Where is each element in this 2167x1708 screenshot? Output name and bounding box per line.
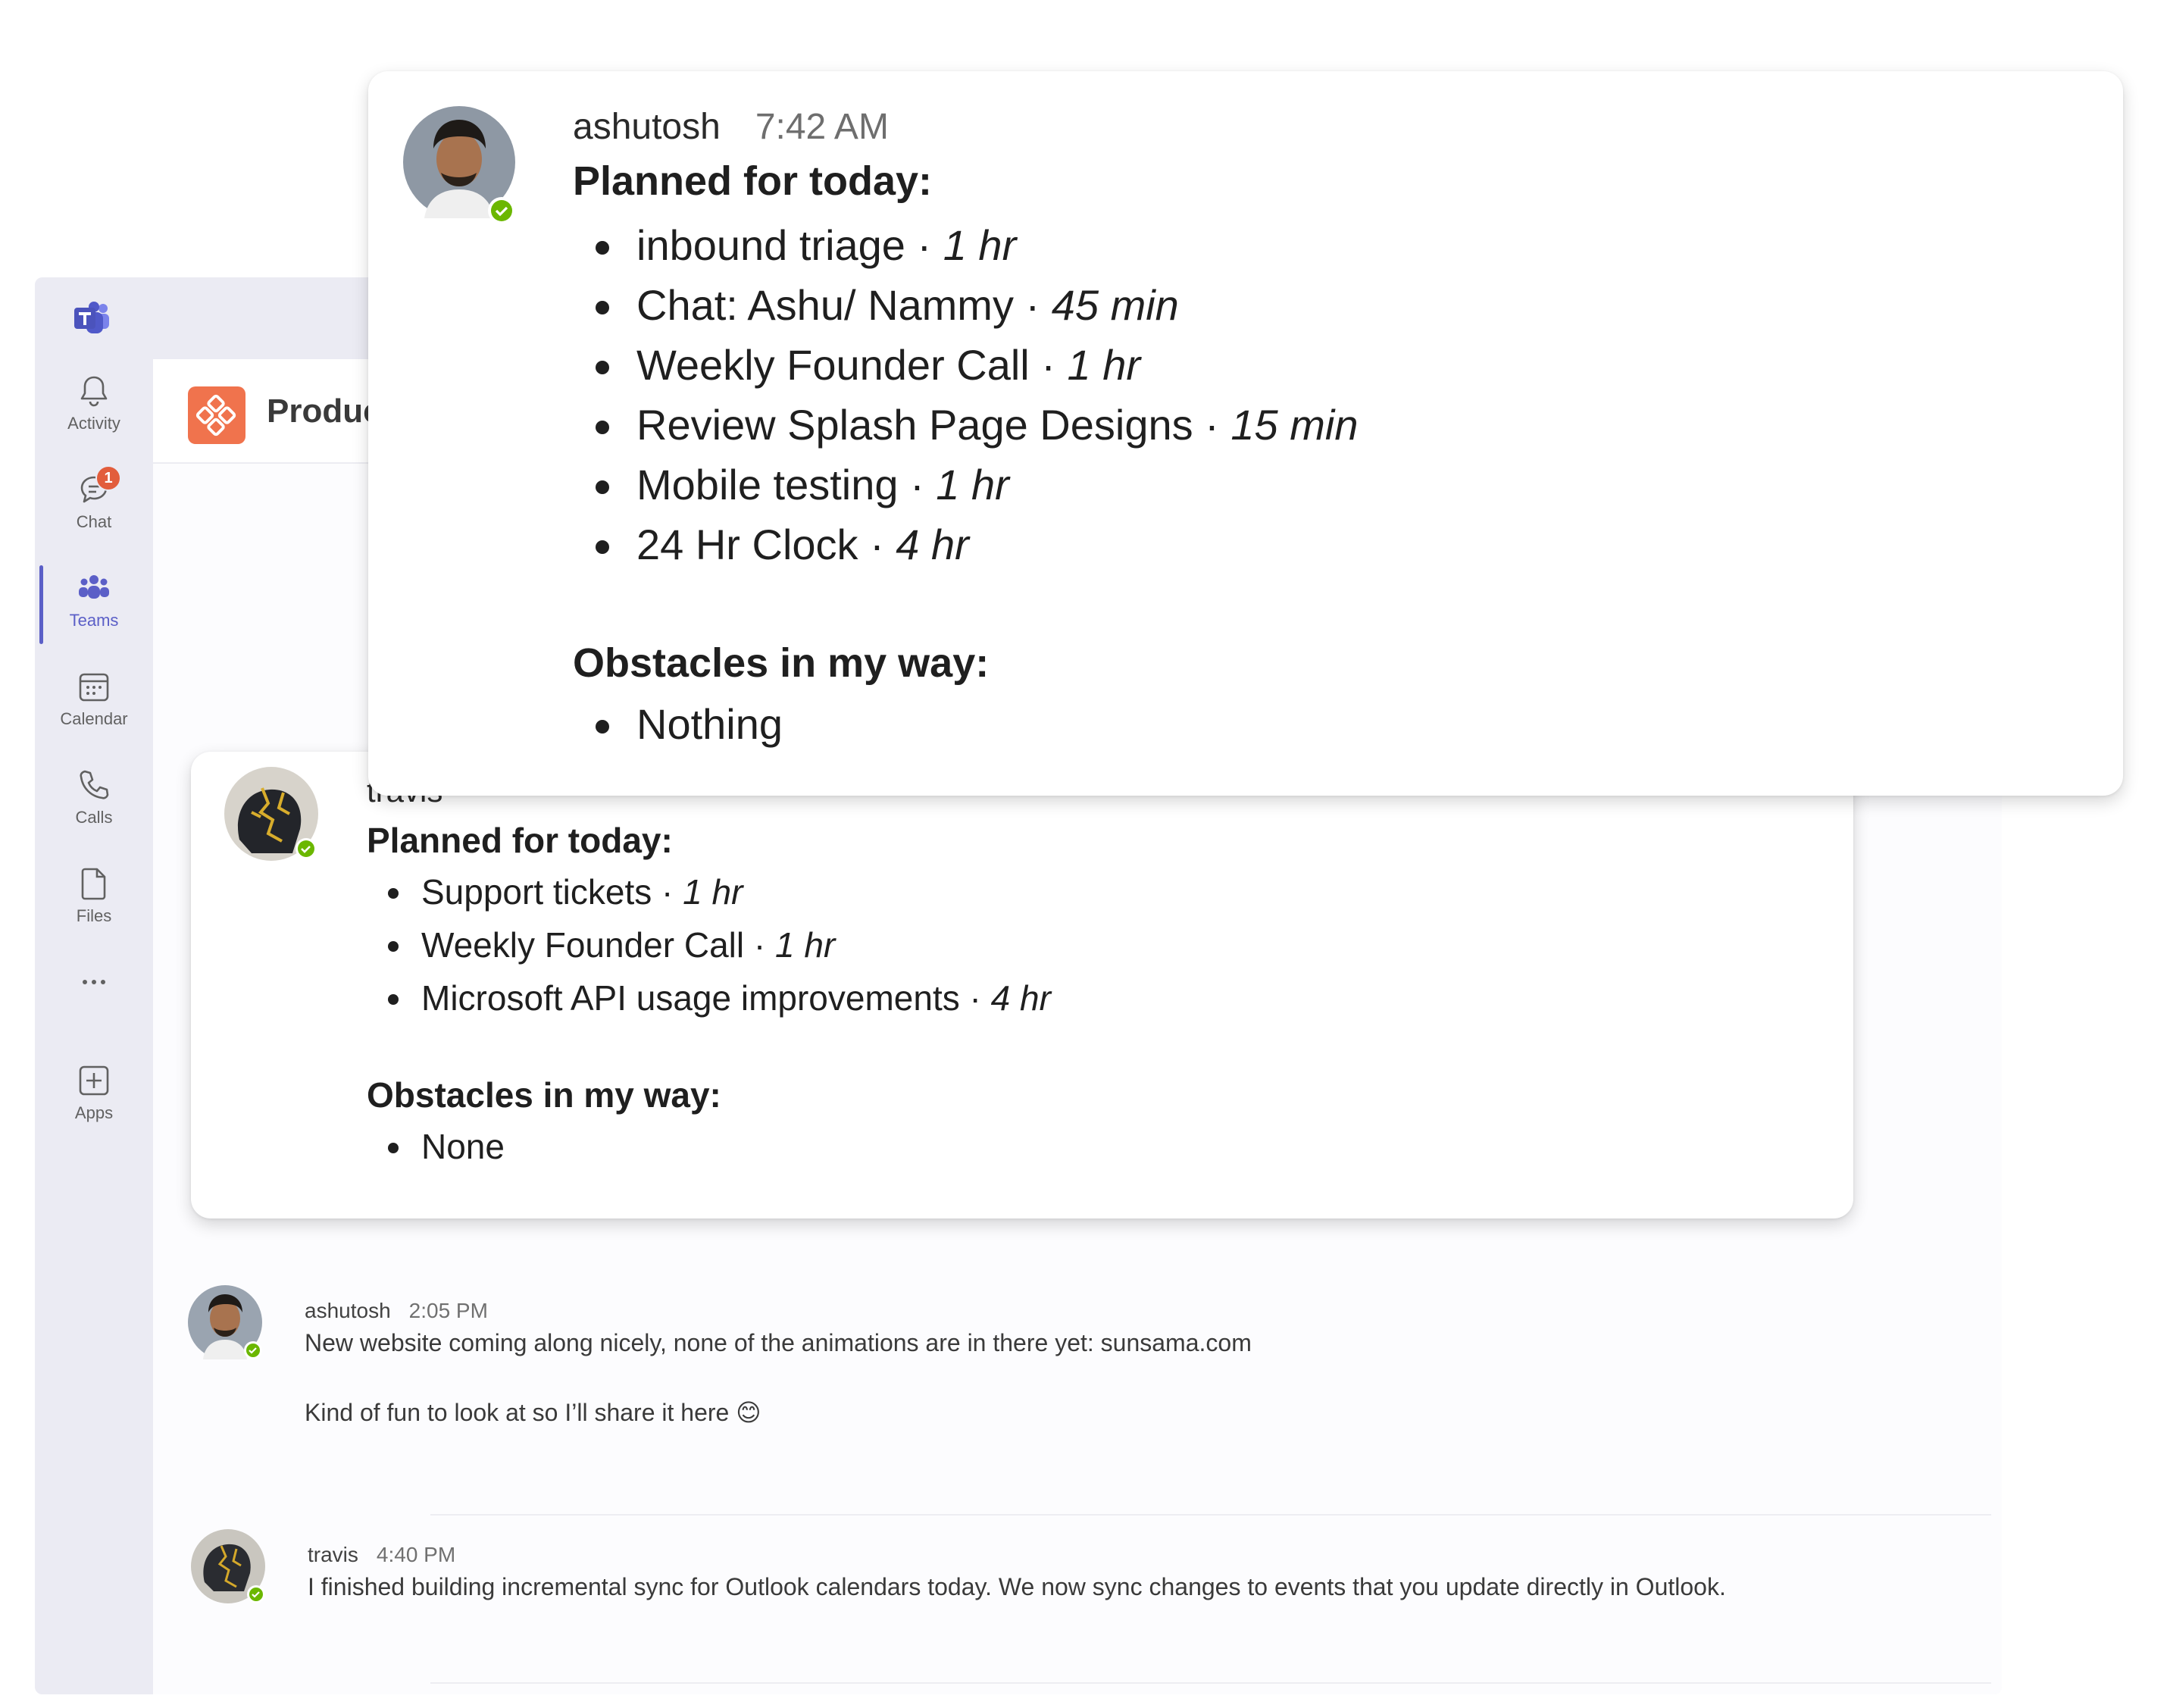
rail-item-teams[interactable]: Teams — [35, 556, 153, 647]
rail-label: Calls — [75, 808, 113, 827]
file-icon — [76, 865, 112, 902]
avatar-travis[interactable] — [224, 767, 318, 861]
rail-item-calendar[interactable]: Calendar — [35, 655, 153, 746]
planned-item: Review Splash Page Designs · 15 min — [573, 395, 1358, 455]
task-name: Review Splash Page Designs — [636, 401, 1193, 449]
channel-name[interactable]: Produc — [267, 393, 382, 430]
task-duration: 1 hr — [775, 925, 836, 965]
bell-icon — [76, 373, 112, 409]
rail-label: Teams — [69, 611, 119, 630]
message-time: 2:05 PM — [408, 1299, 488, 1322]
more-icon — [76, 964, 112, 1000]
rail-label: Apps — [74, 1103, 114, 1122]
rail-label: Calendar — [60, 709, 128, 728]
standup-card-ashutosh: ashutosh 7:42 AM Planned for today: inbou… — [368, 71, 2123, 796]
rail-item-activity[interactable]: Activity — [35, 359, 153, 450]
planned-item: inbound triage · 1 hr — [573, 215, 1358, 275]
avatar-travis[interactable] — [191, 1529, 265, 1603]
unread-badge: 1 — [95, 465, 121, 491]
task-name: Chat: Ashu/ Nammy — [636, 281, 1014, 329]
planned-item: Microsoft API usage improvements · 4 hr — [367, 971, 1051, 1024]
phone-icon — [76, 767, 112, 803]
rail-item-chat[interactable]: 1 Chat — [35, 458, 153, 549]
calendar-icon — [76, 668, 112, 705]
rail-label: Activity — [67, 414, 120, 433]
planned-item: 24 Hr Clock · 4 hr — [573, 515, 1358, 574]
sunsama-logo-icon — [188, 386, 245, 444]
card-header: ashutosh 7:42 AM — [573, 106, 889, 148]
teams-icon — [76, 570, 112, 606]
avatar-ashutosh[interactable] — [402, 105, 517, 226]
message-body: Kind of fun to look at so I’ll share it … — [305, 1399, 761, 1426]
planned-item: Mobile testing · 1 hr — [573, 455, 1358, 515]
card-author[interactable]: ashutosh — [573, 107, 721, 147]
task-name: Weekly Founder Call — [636, 341, 1030, 389]
message-body: I finished building incremental sync for… — [308, 1573, 1726, 1600]
message-ashutosh: ashutosh 2:05 PM New website coming along… — [188, 1285, 1931, 1467]
teams-logo-icon — [74, 302, 109, 333]
task-duration: 15 min — [1230, 401, 1359, 449]
task-duration: 1 hr — [683, 872, 743, 912]
chat-icon: 1 — [76, 465, 121, 508]
message-meta: travis 4:40 PM — [308, 1543, 455, 1567]
obstacles-heading: Obstacles in my way: — [367, 1075, 721, 1115]
obstacles-list: Nothing — [573, 694, 783, 754]
task-name: Mobile testing — [636, 461, 899, 508]
rail-item-files[interactable]: Files — [35, 852, 153, 943]
standup-card-travis: travis Planned for today: Support ticket… — [191, 752, 1853, 1218]
message-body: New website coming along nicely, none of… — [305, 1329, 1252, 1356]
message-time: 4:40 PM — [376, 1543, 456, 1566]
planned-item: Weekly Founder Call · 1 hr — [367, 918, 1051, 971]
obstacles-heading: Obstacles in my way: — [573, 640, 990, 686]
planned-heading: Planned for today: — [367, 821, 673, 860]
planned-item: Support tickets · 1 hr — [367, 865, 1051, 918]
task-duration: 45 min — [1051, 281, 1179, 329]
planned-list: inbound triage · 1 hr Chat: Ashu/ Nammy … — [573, 215, 1358, 574]
rail-label: Files — [76, 906, 112, 925]
task-name: Weekly Founder Call — [421, 925, 745, 965]
message-author[interactable]: travis — [308, 1543, 358, 1566]
avatar-ashutosh[interactable] — [188, 1285, 262, 1359]
task-duration: 1 hr — [1067, 341, 1141, 389]
obstacle-item: Nothing — [573, 694, 783, 754]
rail-item-apps[interactable]: Apps — [35, 1049, 153, 1140]
planned-list: Support tickets · 1 hr Weekly Founder Ca… — [367, 865, 1051, 1024]
task-duration: 4 hr — [896, 521, 969, 568]
task-name: Support tickets — [421, 872, 652, 912]
task-duration: 1 hr — [943, 221, 1017, 269]
task-name: 24 Hr Clock — [636, 521, 858, 568]
card-time: 7:42 AM — [755, 107, 889, 147]
planned-heading: Planned for today: — [573, 158, 933, 204]
message-travis-row: travis 4:40 PM I finished building increm… — [191, 1529, 1934, 1620]
task-duration: 4 hr — [990, 978, 1051, 1018]
task-name: Microsoft API usage improvements — [421, 978, 960, 1018]
obstacles-list: None — [367, 1120, 505, 1173]
rail-item-more[interactable] — [35, 950, 153, 1041]
message-author[interactable]: ashutosh — [305, 1299, 391, 1322]
rail-label: Chat — [76, 512, 112, 531]
task-duration: 1 hr — [936, 461, 1009, 508]
task-name: inbound triage — [636, 221, 905, 269]
rail-item-calls[interactable]: Calls — [35, 753, 153, 844]
message-divider — [430, 1682, 1991, 1684]
obstacle-item: None — [367, 1120, 505, 1173]
planned-item: Chat: Ashu/ Nammy · 45 min — [573, 275, 1358, 335]
planned-item: Weekly Founder Call · 1 hr — [573, 335, 1358, 395]
add-app-icon — [76, 1062, 112, 1099]
app-rail: Activity 1 Chat Teams Calendar Calls Fil… — [35, 359, 153, 1694]
message-meta: ashutosh 2:05 PM — [305, 1299, 488, 1323]
